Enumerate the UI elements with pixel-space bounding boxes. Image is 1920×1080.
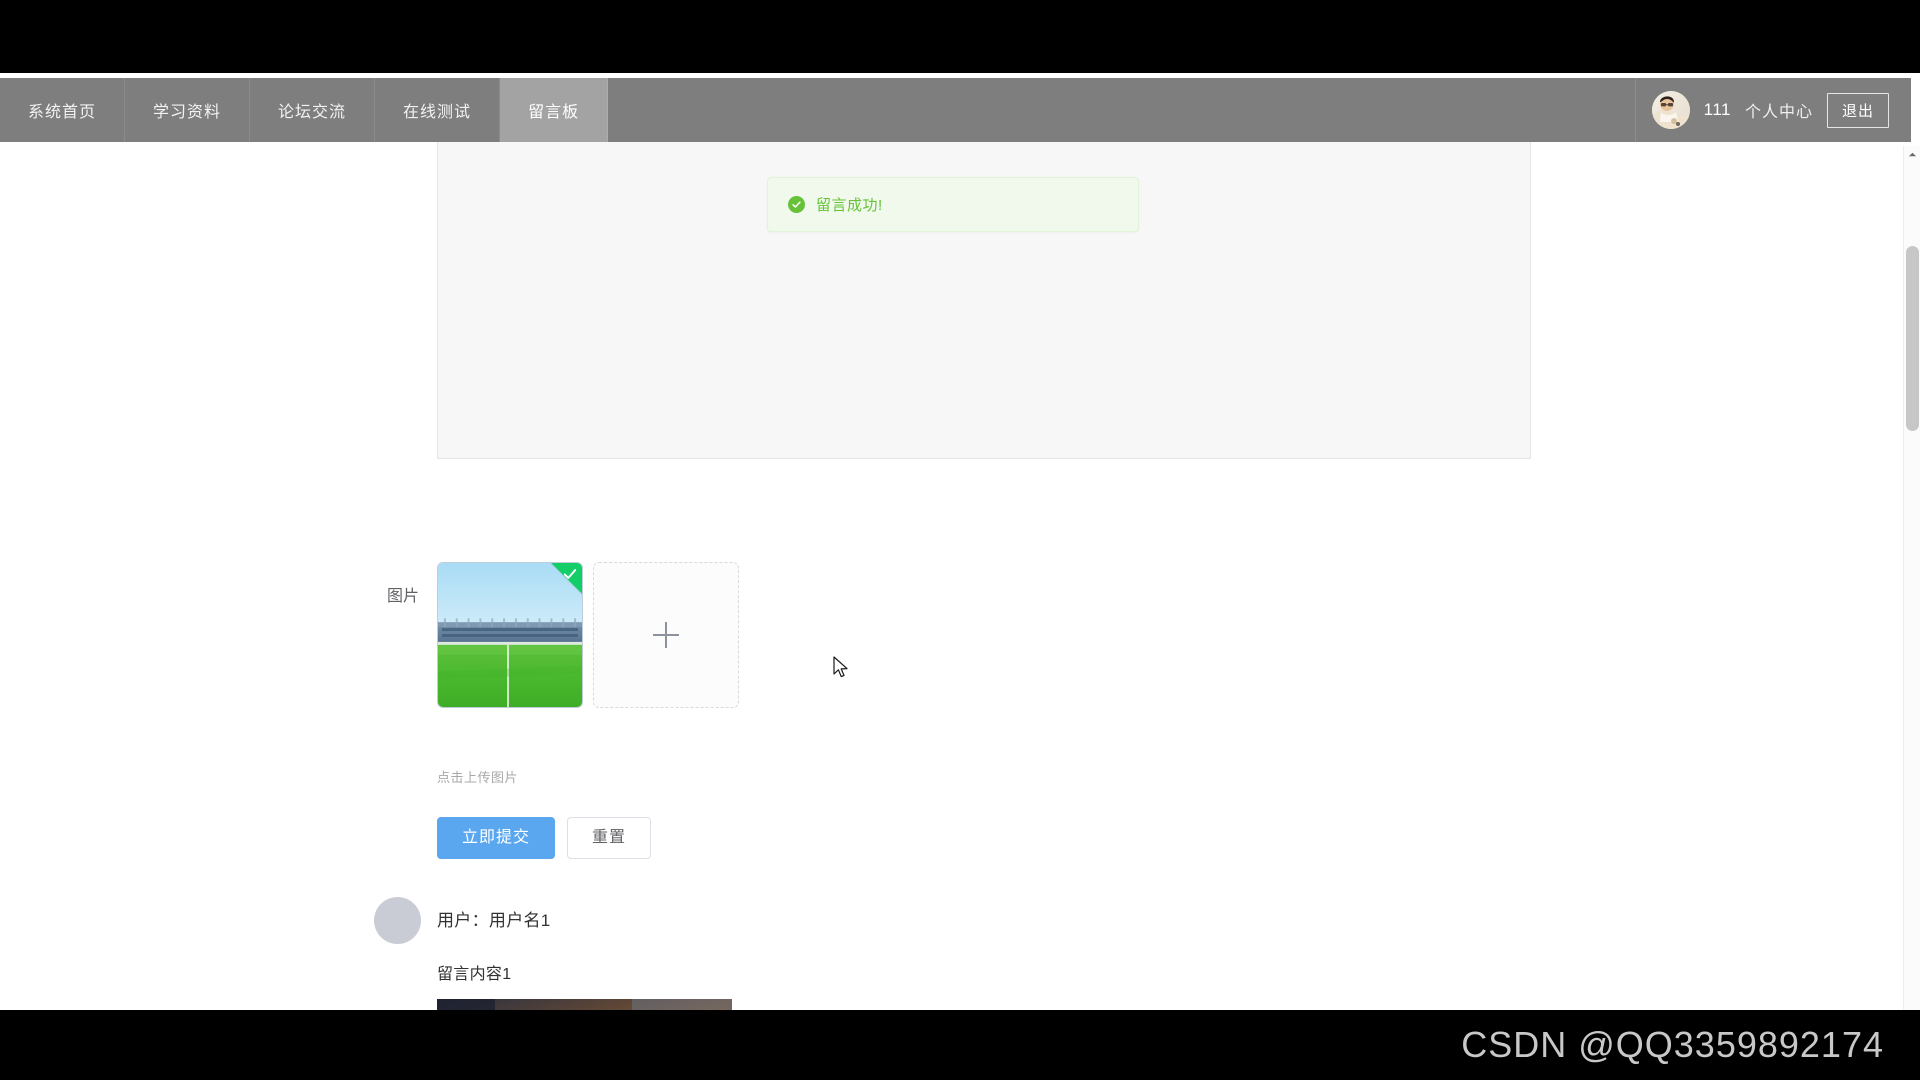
comment-content: 留言内容1 <box>437 966 512 983</box>
avatar[interactable] <box>1651 91 1690 129</box>
image-upload-row: 图片 <box>0 562 1200 708</box>
browser-viewport: 图片 点击上传图片 立即提交 重置 用户：用户名1 留言内容1 系统首页 学习资… <box>0 73 1920 1010</box>
scrollbar-thumb[interactable] <box>1906 246 1919 431</box>
nav-item-home[interactable]: 系统首页 <box>0 78 126 142</box>
nav-item-online-test[interactable]: 在线测试 <box>375 78 501 142</box>
nav-item-forum[interactable]: 论坛交流 <box>250 78 376 142</box>
user-avatar-photo <box>1651 91 1690 129</box>
submit-button[interactable]: 立即提交 <box>437 817 556 859</box>
image-field-label: 图片 <box>386 588 419 605</box>
logout-button[interactable]: 退出 <box>1826 92 1889 128</box>
screen: 图片 点击上传图片 立即提交 重置 用户：用户名1 留言内容1 系统首页 学习资… <box>0 0 1920 1080</box>
nav-link-personal-center[interactable]: 个人中心 <box>1745 98 1813 122</box>
list-item: 用户：用户名1 留言内容1 <box>0 897 1400 1010</box>
add-image-button[interactable] <box>593 562 739 708</box>
nav-username: 111 <box>1703 100 1731 119</box>
upload-area <box>437 562 739 708</box>
reset-button[interactable]: 重置 <box>567 817 652 859</box>
chevron-up-icon[interactable] <box>1904 146 1920 163</box>
comment-body: 用户：用户名1 留言内容1 <box>374 897 1400 1010</box>
nav-user-area: 111 个人中心 退出 <box>1634 78 1911 142</box>
uploaded-image-thumbnail[interactable] <box>437 562 583 708</box>
comment-username: 用户：用户名1 <box>437 911 551 930</box>
success-toast: 留言成功! <box>767 177 1139 232</box>
upload-hint-text: 点击上传图片 <box>437 770 519 785</box>
page-content: 图片 点击上传图片 立即提交 重置 用户：用户名1 留言内容1 <box>0 127 1911 1010</box>
form-actions: 立即提交 重置 <box>437 817 652 859</box>
success-check-circle-icon <box>788 196 805 213</box>
default-avatar-icon <box>374 897 421 944</box>
nav-items: 系统首页 学习资料 论坛交流 在线测试 留言板 <box>0 78 609 142</box>
csdn-watermark-text: CSDN @QQ3359892174 <box>1461 1024 1884 1065</box>
csdn-watermark: CSDN @QQ3359892174 <box>0 1010 1920 1080</box>
comment-list: 用户：用户名1 留言内容1 <box>0 897 1400 1010</box>
comment-attached-image[interactable] <box>437 999 732 1010</box>
plus-icon <box>653 622 679 648</box>
nav-item-message-board[interactable]: 留言板 <box>500 78 609 142</box>
nav-item-study-materials[interactable]: 学习资料 <box>125 78 251 142</box>
stadium-photo <box>438 563 582 707</box>
success-toast-message: 留言成功! <box>816 197 883 214</box>
page-scrollbar[interactable] <box>1903 146 1920 1010</box>
top-navigation-bar: 系统首页 学习资料 论坛交流 在线测试 留言板 111 个人中心 退出 <box>0 78 1911 142</box>
sunset-palm-photo <box>437 999 732 1010</box>
